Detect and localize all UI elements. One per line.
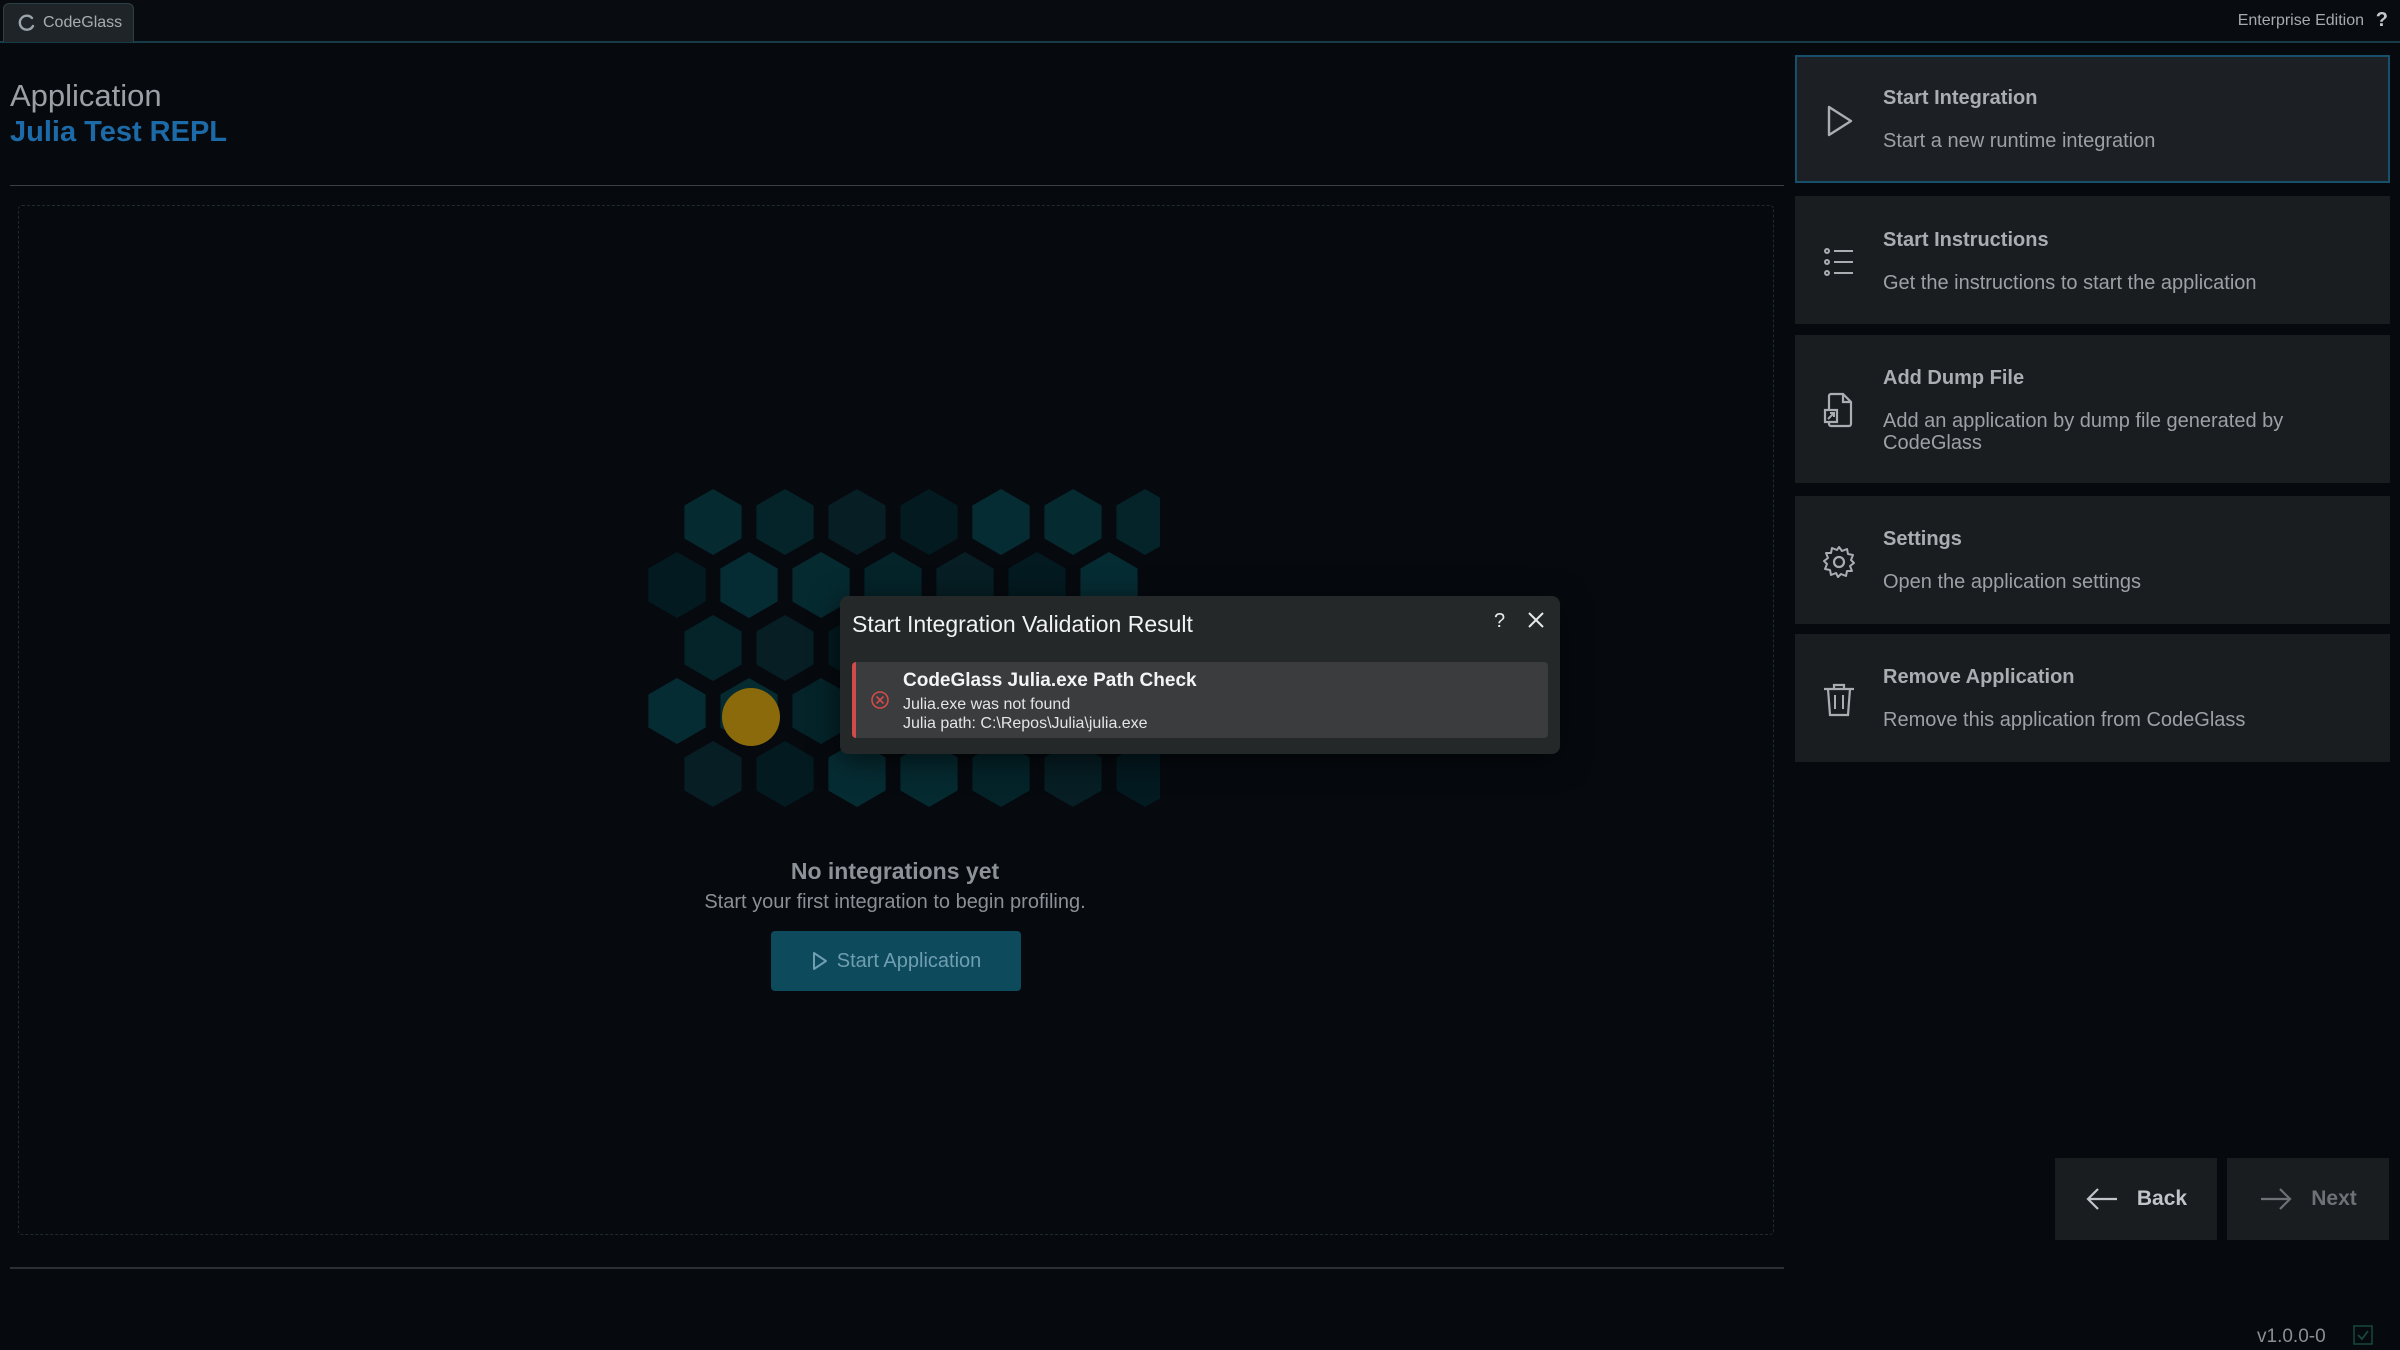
add-dump-file-card[interactable]: Add Dump File Add an application by dump…	[1795, 335, 2390, 483]
empty-state-subtitle: Start your first integration to begin pr…	[704, 891, 1086, 913]
hexagon-shape	[756, 615, 814, 681]
result-message: Julia.exe was not found	[903, 696, 1071, 713]
settings-card[interactable]: Settings Open the application settings	[1795, 496, 2390, 624]
app-tab[interactable]: CodeGlass	[3, 3, 134, 42]
action-title: Start Integration	[1883, 87, 2038, 109]
app-tab-label: CodeGlass	[43, 14, 123, 31]
error-icon	[871, 691, 889, 709]
action-description: Get the instructions to start the applic…	[1883, 272, 2257, 294]
status-check-icon	[2353, 1325, 2373, 1345]
empty-state-title: No integrations yet	[790, 858, 1000, 884]
hexagon-shape	[1116, 489, 1160, 555]
top-bar	[0, 0, 2400, 42]
hexagon-shape	[756, 489, 814, 555]
action-description: Add an application by dump file generate…	[1883, 410, 2284, 454]
remove-application-card[interactable]: Remove Application Remove this applicati…	[1795, 634, 2390, 762]
back-label: Back	[2136, 1187, 2188, 1210]
hexagon-shape	[684, 615, 742, 681]
arrow-right-icon	[2261, 1188, 2292, 1210]
result-title: CodeGlass Julia.exe Path Check	[903, 670, 1197, 691]
page-title: Julia Test REPL	[10, 116, 228, 148]
action-title: Remove Application	[1883, 666, 2075, 688]
validation-dialog: Start Integration Validation Result ? Co…	[840, 596, 1560, 754]
start-integration-card[interactable]: Start Integration Start a new runtime in…	[1795, 55, 2390, 183]
gear-icon	[1823, 546, 1855, 578]
codeglass-logo-icon	[18, 14, 35, 31]
trash-icon	[1824, 683, 1854, 717]
action-description: Remove this application from CodeGlass	[1883, 709, 2246, 731]
hexagon-shape	[684, 489, 742, 555]
top-bar-divider	[0, 41, 2400, 43]
start-application-button[interactable]: Start Application	[771, 931, 1021, 991]
hexagon-shape	[1044, 489, 1102, 555]
highlight-node	[722, 688, 780, 746]
next-label: Next	[2311, 1187, 2357, 1210]
action-title: Start Instructions	[1883, 229, 2049, 251]
dialog-title: Start Integration Validation Result	[852, 611, 1193, 637]
start-instructions-card[interactable]: Start Instructions Get the instructions …	[1795, 196, 2390, 324]
next-button[interactable]: Next	[2227, 1158, 2389, 1240]
hexagon-shape	[648, 678, 706, 744]
hexagon-shape	[900, 489, 958, 555]
hexagon-shape	[828, 489, 886, 555]
hexagon-shape	[648, 552, 706, 618]
close-icon[interactable]	[1524, 608, 1548, 632]
hexagon-shape	[972, 489, 1030, 555]
result-path: Julia path: C:\Repos\Julia\julia.exe	[903, 715, 1148, 732]
play-icon	[1827, 105, 1853, 137]
header-divider	[10, 185, 1784, 186]
dump-file-icon	[1823, 392, 1853, 428]
action-title: Settings	[1883, 528, 1962, 550]
start-application-label: Start Application	[836, 949, 982, 972]
list-icon	[1824, 248, 1853, 276]
dialog-help-icon[interactable]: ?	[1494, 610, 1505, 633]
page-label: Application	[10, 78, 162, 113]
edition-label: Enterprise Edition	[2237, 12, 2364, 29]
hexagon-shape	[684, 741, 742, 807]
back-button[interactable]: Back	[2055, 1158, 2217, 1240]
footer-divider	[10, 1267, 1784, 1269]
action-title: Add Dump File	[1883, 367, 2025, 389]
action-description: Open the application settings	[1883, 571, 2141, 593]
hexagon-shape	[720, 552, 778, 618]
hexagon-shape	[756, 741, 814, 807]
validation-result-item: CodeGlass Julia.exe Path Check Julia.exe…	[852, 662, 1548, 738]
arrow-left-icon	[2086, 1188, 2117, 1210]
action-description: Start a new runtime integration	[1883, 130, 2156, 152]
play-icon	[812, 952, 827, 970]
version-label: v1.0.0-0	[2257, 1326, 2326, 1347]
help-icon[interactable]: ?	[2376, 9, 2388, 32]
